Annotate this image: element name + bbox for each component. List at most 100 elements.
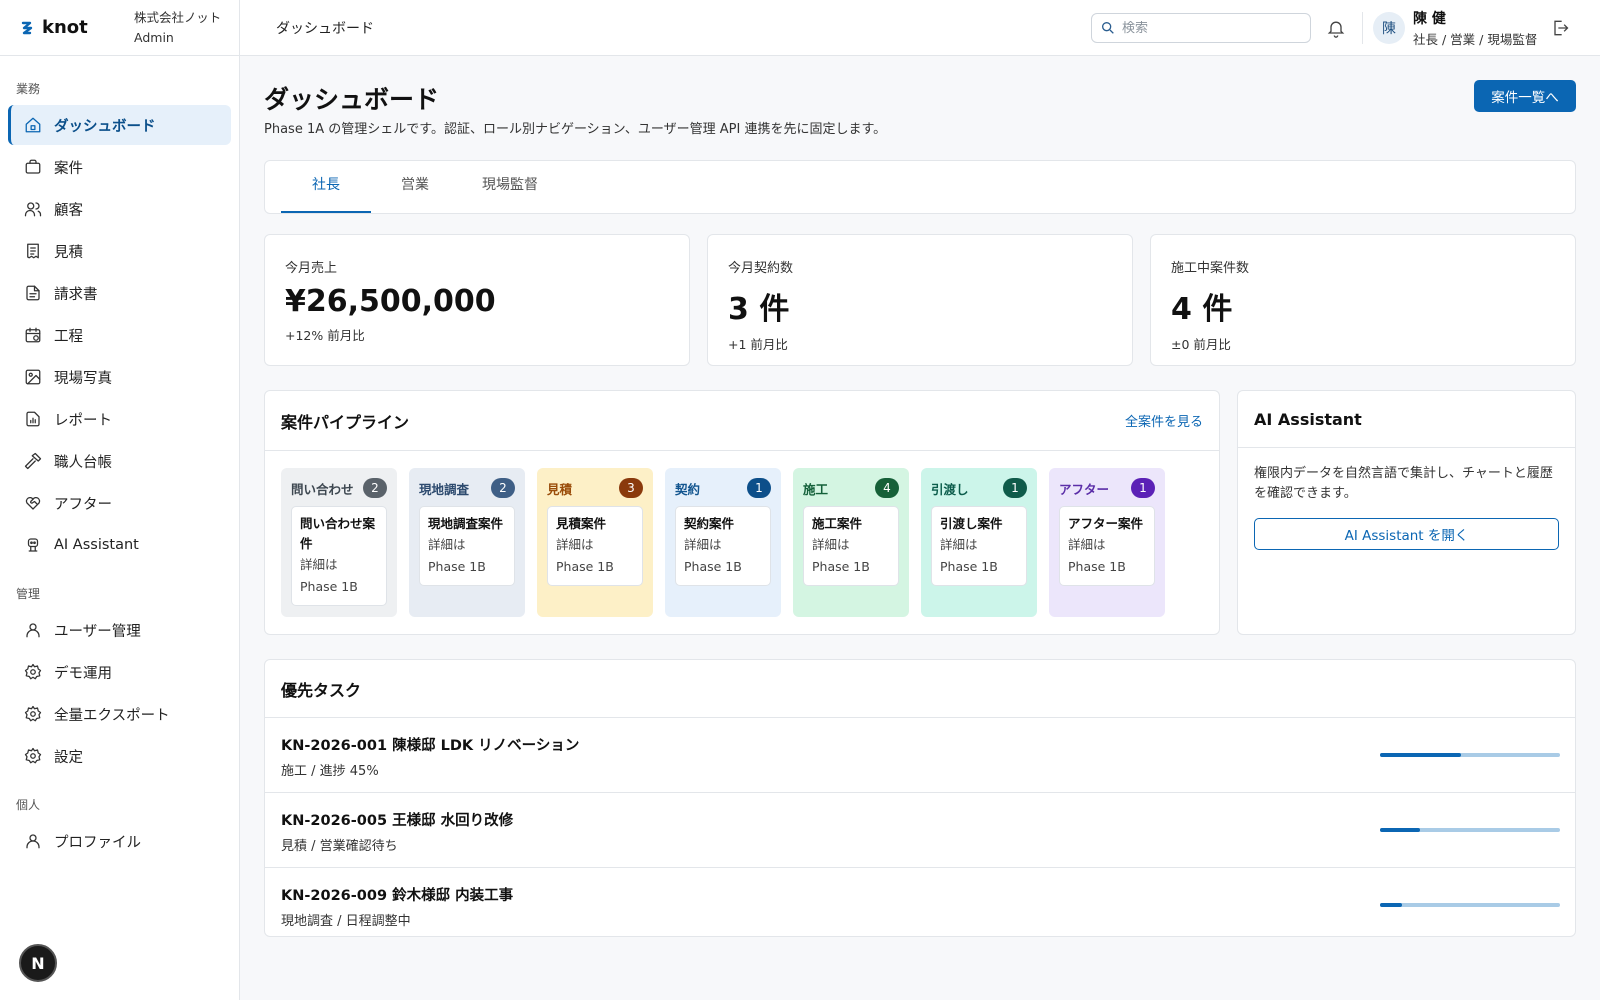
topbar-divider [1362,12,1363,44]
lane-count-badge: 1 [1003,478,1027,498]
brand-org: 株式会社ノット [134,9,222,25]
lane-project-card[interactable]: 契約案件詳細は Phase 1B [675,506,771,586]
sidebar-item-after-service[interactable]: アフター [8,483,231,523]
pipeline-lane: 見積 3 見積案件 詳細は Phase 1B [537,468,653,617]
sidebar-item-user-management[interactable]: ユーザー管理 [8,610,231,650]
ai-assistant-title: AI Assistant [1254,409,1362,429]
kpi-label: 今月売上 [285,261,338,276]
lane-title: 問い合わせ [291,481,354,497]
open-ai-assistant-button[interactable]: AI Assistant を開く [1254,518,1559,550]
lane-card-subtitle: 詳細は Phase 1B [1068,537,1126,574]
lane-title: 見積 [547,481,573,497]
knot-logo-icon [21,21,33,34]
sidebar-item-label: 全量エクスポート [54,707,170,724]
task-row[interactable]: KN-2026-001 陳様邸 LDK リノベーション 施工 / 進捗 45% [265,717,1575,792]
gear-icon [24,747,42,764]
ai-assistant-header: AI Assistant [1238,391,1575,448]
gear-icon [24,705,42,722]
role-tabs: 社長 営業 現場監督 [264,160,1576,214]
home-icon [25,117,41,133]
brand-logo[interactable]: knot [18,17,134,38]
nav-section-business: 業務 [16,82,41,96]
task-progress-fill [1380,828,1420,832]
sidebar-item-full-export[interactable]: 全量エクスポート [8,694,231,734]
lane-project-card[interactable]: 現地調査案件 詳細は Phase 1B [419,506,515,586]
lane-project-card[interactable]: 引渡し案件詳細は Phase 1B [931,506,1027,586]
notifications-button[interactable] [1326,18,1346,38]
task-status: 施工 / 進捗 45% [281,764,379,779]
next-devtools-badge[interactable]: N [19,944,57,982]
sidebar-item-schedule[interactable]: 工程 [8,315,231,355]
sidebar-item-dashboard[interactable]: ダッシュボード [8,105,231,145]
task-title: KN-2026-005 王様邸 水回り改修 [281,813,514,829]
lane-title: アフター [1059,481,1110,497]
pipeline-lane: 契約 1 契約案件詳細は Phase 1B [665,468,781,617]
lane-card-title: 契約案件 [684,516,735,531]
user-icon [26,623,40,638]
lane-count-badge: 4 [875,478,899,498]
kpi-delta: +1 前月比 [728,337,788,352]
logout-button[interactable] [1550,18,1570,38]
kpi-value: 4 件 [1171,292,1233,327]
lane-card-subtitle: 詳細は Phase 1B [556,537,614,574]
kpi-label: 今月契約数 [728,261,794,276]
search-icon [1102,21,1114,34]
pipeline-header: 案件パイプライン 全案件を見る [265,391,1219,451]
kpi-value: 3 件 [728,292,790,327]
project-list-button[interactable]: 案件一覧へ [1474,80,1576,112]
ai-assistant-body: 権限内データを自然言語で集計し、チャートと履歴を確認できます。 AI Assis… [1238,448,1575,566]
lane-count-badge: 2 [491,478,515,498]
sidebar-item-customers[interactable]: 顧客 [8,189,231,229]
lane-card-title: 現地調査案件 [428,516,504,531]
calendar-icon [25,327,41,343]
sidebar-item-settings[interactable]: 設定 [8,736,231,776]
lane-count-badge: 1 [747,478,771,498]
lane-count-badge: 1 [1131,478,1155,498]
priority-tasks-title: 優先タスク [281,680,362,700]
heart-handshake-icon [25,496,41,510]
lane-title: 施工 [803,481,829,497]
task-title: KN-2026-001 陳様邸 LDK リノベーション [281,738,580,754]
search-input[interactable] [1122,20,1292,36]
task-row[interactable]: KN-2026-005 王様邸 水回り改修 見積 / 営業確認待ち [265,792,1575,867]
lane-project-card[interactable]: 問い合わせ案件 詳細は Phase 1B [291,506,387,606]
task-row[interactable]: KN-2026-009 鈴木様邸 内装工事 現地調査 / 日程調整中 [265,867,1575,942]
priority-tasks-header: 優先タスク [265,660,1575,717]
lane-card-title: アフター案件 [1068,516,1144,531]
page-title: ダッシュボード [264,85,440,114]
tab-site-supervisor[interactable]: 現場監督 [465,161,555,213]
task-status: 見積 / 営業確認待ち [281,839,398,854]
lane-card-subtitle: 詳細は Phase 1B [812,537,870,574]
sidebar-item-label: プロファイル [54,834,141,851]
lane-card-title: 引渡し案件 [940,516,1003,531]
lane-project-card[interactable]: 施工案件 詳細は Phase 1B [803,506,899,586]
sidebar-item-projects[interactable]: 案件 [8,147,231,187]
sidebar-item-label: 請求書 [54,286,98,303]
sidebar-item-invoices[interactable]: 請求書 [8,273,231,313]
lane-card-subtitle: 詳細は Phase 1B [940,537,998,574]
tab-president[interactable]: 社長 [281,161,371,213]
lane-header: 契約 1 [675,478,771,498]
report-icon [26,411,40,427]
lane-project-card[interactable]: アフター案件詳細は Phase 1B [1059,506,1155,586]
search-box[interactable] [1091,13,1311,43]
sidebar-item-profile[interactable]: プロファイル [8,821,231,861]
tab-sales[interactable]: 営業 [385,161,445,213]
lane-header: 引渡し 1 [931,478,1027,498]
sidebar-item-demo-ops[interactable]: デモ運用 [8,652,231,692]
sidebar-item-ai-assistant[interactable]: AI Assistant [8,525,231,565]
task-progress-fill [1380,753,1461,757]
avatar[interactable]: 陳 [1373,12,1405,44]
lane-title: 現地調査 [419,481,470,497]
lane-card-subtitle: 詳細は Phase 1B [684,537,742,574]
sidebar-item-reports[interactable]: レポート [8,399,231,439]
view-all-projects-link[interactable]: 全案件を見る [1125,411,1203,430]
lane-project-card[interactable]: 見積案件 詳細は Phase 1B [547,506,643,586]
sidebar-item-site-photos[interactable]: 現場写真 [8,357,231,397]
ai-assistant-description: 権限内データを自然言語で集計し、チャートと履歴を確認できます。 [1254,466,1553,501]
brand-role: Admin [134,29,174,45]
nav-section-personal: 個人 [16,798,41,812]
pipeline-card: 案件パイプライン 全案件を見る 問い合わせ 2 問い合わせ案件 詳細は Phase 1… [264,390,1220,635]
sidebar-item-craftsmen[interactable]: 職人台帳 [8,441,231,481]
sidebar-item-estimates[interactable]: 見積 [8,231,231,271]
